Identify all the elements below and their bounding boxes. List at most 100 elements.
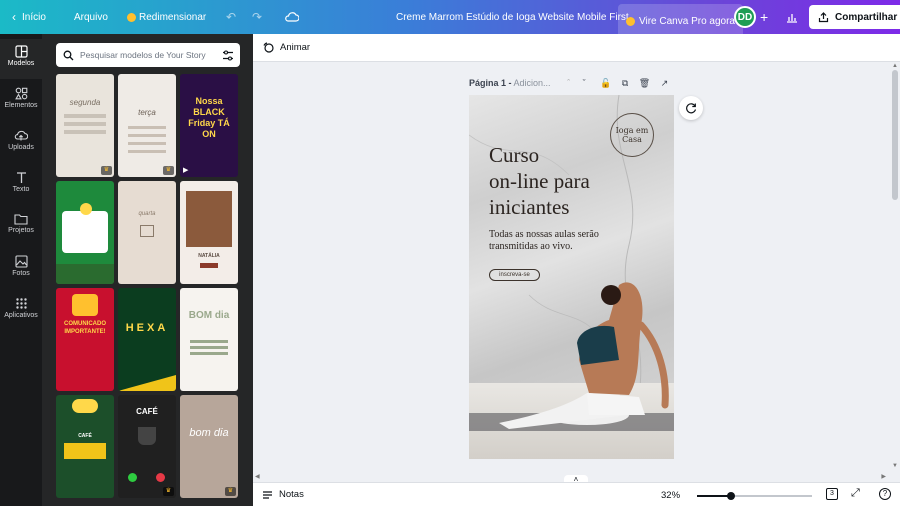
- template-thumbnail[interactable]: CAFÉ ♛: [118, 395, 176, 498]
- animate-button[interactable]: Animar: [263, 42, 310, 53]
- rail-item-text[interactable]: Texto: [0, 165, 42, 205]
- headline-line: Curso: [489, 143, 540, 167]
- notes-button[interactable]: Notas: [262, 489, 304, 500]
- duplicate-page-icon[interactable]: ⧉: [622, 78, 628, 88]
- rail-label: Uploads: [8, 144, 34, 151]
- rail-item-photos[interactable]: Fotos: [0, 249, 42, 289]
- logo-circle: Ioga em Casa: [610, 113, 654, 157]
- logo-text-2: Casa: [622, 135, 642, 144]
- sync-icon: [686, 103, 697, 114]
- document-title[interactable]: Creme Marrom Estúdio de Ioga Website Mob…: [396, 0, 629, 34]
- filter-icon[interactable]: [222, 49, 234, 61]
- chevron-up-icon[interactable]: ˆ: [567, 78, 570, 88]
- undo-icon[interactable]: ↶: [226, 0, 236, 34]
- fullscreen-icon[interactable]: ⤢: [851, 487, 860, 500]
- templates-panel: Pesquisar modelos de Your Story segunda …: [42, 34, 253, 506]
- rail-item-projects[interactable]: Projetos: [0, 207, 42, 247]
- search-box[interactable]: Pesquisar modelos de Your Story: [56, 43, 240, 67]
- template-thumbnail[interactable]: BOM dia: [180, 288, 238, 391]
- scroll-down-icon[interactable]: ▼: [892, 463, 898, 469]
- scroll-left-icon[interactable]: ◀: [255, 473, 260, 480]
- template-thumbnail[interactable]: COMUNICADO IMPORTANTE!: [56, 288, 114, 391]
- share-label: Compartilhar: [835, 11, 898, 23]
- crown-icon: [626, 16, 635, 26]
- template-thumbnail[interactable]: COMUNICADO: [56, 181, 114, 284]
- headline[interactable]: Curso on-line para iniciantes: [489, 142, 590, 220]
- upgrade-pro-label: Vire Canva Pro agora: [639, 15, 735, 27]
- chevron-left-icon: ‹: [12, 10, 16, 24]
- user-avatar[interactable]: DD: [734, 0, 756, 34]
- subtitle-line: transmitidas ao vivo.: [489, 241, 573, 252]
- home-button[interactable]: ‹ Início: [12, 0, 46, 34]
- editor-toolbar: Animar: [253, 34, 900, 62]
- side-rail: Modelos Elementos Uploads Texto Projetos…: [0, 34, 42, 506]
- zoom-slider-handle[interactable]: [727, 492, 735, 500]
- yoga-figure: [499, 282, 669, 429]
- thumbnail-title: terça: [138, 108, 156, 117]
- home-label: Início: [22, 11, 46, 23]
- template-thumbnail[interactable]: quarta: [118, 181, 176, 284]
- apps-icon: [15, 298, 27, 309]
- elements-icon: [14, 87, 27, 100]
- thumbnail-title: bom dia: [189, 427, 229, 439]
- file-menu[interactable]: Arquivo: [74, 0, 108, 34]
- text-icon: [16, 172, 26, 183]
- rail-label: Projetos: [8, 227, 34, 234]
- template-thumbnail[interactable]: Nossa BLACK Friday TÁ ON ▶: [180, 74, 238, 177]
- notes-label: Notas: [279, 489, 304, 500]
- crown-icon: ♛: [163, 166, 174, 175]
- zoom-slider[interactable]: [697, 492, 812, 500]
- template-thumbnail[interactable]: CAFÉ: [56, 395, 114, 498]
- zoom-percent[interactable]: 32%: [661, 490, 680, 501]
- crown-icon: ♛: [163, 487, 174, 496]
- add-page-icon[interactable]: ↗: [661, 78, 669, 88]
- page-count-button[interactable]: 3: [826, 488, 838, 500]
- subtitle[interactable]: Todas as nossas aulas serão transmitidas…: [489, 229, 599, 253]
- rail-item-uploads[interactable]: Uploads: [0, 123, 42, 163]
- scroll-right-icon[interactable]: ▶: [881, 473, 886, 480]
- subtitle-line: Todas as nossas aulas serão: [489, 229, 599, 240]
- chevron-down-icon[interactable]: ˇ: [583, 78, 586, 88]
- template-thumbnail[interactable]: segunda ♛: [56, 74, 114, 177]
- crown-icon: ♛: [101, 166, 112, 175]
- rail-item-apps[interactable]: Aplicativos: [0, 291, 42, 331]
- rail-item-templates[interactable]: Modelos: [0, 39, 42, 79]
- help-icon[interactable]: ?: [879, 488, 891, 500]
- thumbnail-title: CAFÉ: [78, 433, 92, 439]
- animate-label: Animar: [280, 42, 311, 53]
- cloud-save-icon[interactable]: [285, 0, 299, 34]
- document-title-text: Creme Marrom Estúdio de Ioga Website Mob…: [396, 11, 629, 23]
- thumbnail-title: CAFÉ: [136, 407, 158, 416]
- file-label: Arquivo: [74, 11, 108, 23]
- template-thumbnail[interactable]: HEXA: [118, 288, 176, 391]
- rail-label: Elementos: [4, 102, 38, 109]
- scroll-up-icon[interactable]: ▲: [892, 63, 898, 69]
- folder-icon: [14, 214, 28, 225]
- refresh-suggestion-button[interactable]: [679, 96, 703, 120]
- page-header: Página 1 - Adicion... ˆ ˇ 🔓 ⧉ 🗑 ↗: [469, 78, 668, 89]
- rail-item-elements[interactable]: Elementos: [0, 81, 42, 121]
- page-label: Página 1 -: [469, 78, 512, 88]
- thumbnail-title: segunda: [69, 98, 101, 107]
- vertical-scrollbar[interactable]: [892, 70, 898, 200]
- template-thumbnail[interactable]: NATÁLIA: [180, 181, 238, 284]
- upgrade-pro-button[interactable]: Vire Canva Pro agora: [618, 4, 743, 38]
- thumbnail-title: NATÁLIA: [198, 253, 220, 259]
- top-bar: ‹ Início Arquivo Redimensionar ↶ ↷ Creme…: [0, 0, 900, 38]
- lock-icon[interactable]: 🔓: [600, 78, 611, 88]
- rail-label: Texto: [12, 186, 30, 193]
- search-input[interactable]: Pesquisar modelos de Your Story: [80, 50, 222, 60]
- page-title-input[interactable]: Adicion...: [514, 78, 551, 88]
- design-canvas[interactable]: Ioga em Casa Curso on-line para iniciant…: [469, 95, 674, 459]
- rail-label: Fotos: [12, 270, 30, 277]
- delete-page-icon[interactable]: 🗑: [639, 78, 650, 88]
- redo-icon[interactable]: ↷: [252, 0, 262, 34]
- search-icon: [63, 50, 74, 60]
- template-thumbnail[interactable]: terça ♛: [118, 74, 176, 177]
- resize-button[interactable]: Redimensionar: [127, 0, 206, 34]
- add-collaborator-icon[interactable]: +: [760, 0, 768, 34]
- share-button[interactable]: Compartilhar: [809, 5, 900, 29]
- analytics-icon[interactable]: [786, 0, 798, 34]
- thumbnail-title: COMUNICADO: [65, 221, 105, 227]
- template-thumbnail[interactable]: bom dia ♛: [180, 395, 238, 498]
